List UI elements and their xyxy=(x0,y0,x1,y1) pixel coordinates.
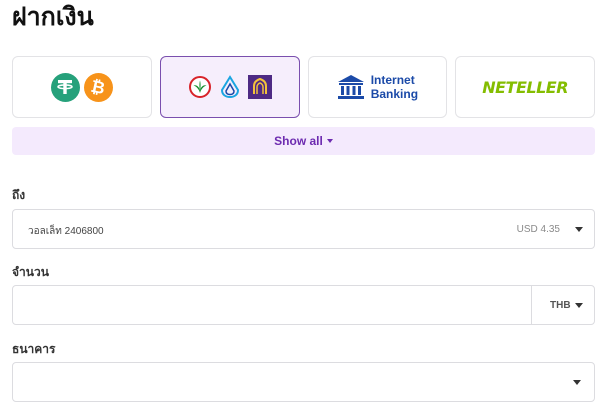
svg-text:₿: ₿ xyxy=(90,77,106,97)
krungthai-bank-icon xyxy=(220,75,240,99)
method-neteller[interactable]: NETELLER xyxy=(455,56,595,118)
internet-banking-label-line2: Banking xyxy=(370,87,419,101)
caret-down-icon xyxy=(326,139,333,143)
siam-commercial-bank-icon xyxy=(247,75,272,99)
wallet-value: วอลเล็ท 2406800 xyxy=(28,226,104,237)
payment-method-list: ₿ Internet Banking NETELLER xyxy=(12,56,595,118)
method-internet-banking[interactable]: Internet Banking xyxy=(307,56,448,118)
internet-banking-label-line1: Internet xyxy=(370,73,415,87)
method-crypto[interactable]: ₿ xyxy=(12,56,152,118)
dropdown-arrow-icon xyxy=(575,227,583,232)
show-all-button[interactable]: Show all xyxy=(12,127,595,155)
currency-dropdown-icon xyxy=(575,303,583,308)
wallet-balance: USD 4.35 xyxy=(516,224,560,235)
bank-select[interactable] xyxy=(12,362,595,402)
bank-label: ธนาคาร xyxy=(12,342,56,356)
amount-field: THB xyxy=(12,285,595,325)
page-title: ฝากเงิน xyxy=(12,3,94,31)
bank-dropdown-icon xyxy=(573,380,581,385)
method-thai-banks[interactable] xyxy=(159,56,300,118)
bank-building-icon xyxy=(337,74,365,100)
to-wallet-select[interactable]: วอลเล็ท 2406800 USD 4.35 xyxy=(12,209,595,249)
amount-label: จำนวน xyxy=(12,265,49,279)
currency-value: THB xyxy=(550,300,571,311)
to-label: ถึง xyxy=(12,188,26,202)
kasikorn-bank-icon xyxy=(188,75,212,99)
tether-icon xyxy=(50,72,80,102)
show-all-label: Show all xyxy=(274,134,323,148)
currency-select[interactable]: THB xyxy=(532,286,594,324)
amount-input[interactable] xyxy=(13,286,531,324)
neteller-logo: NETELLER xyxy=(482,77,569,97)
bitcoin-icon: ₿ xyxy=(83,72,113,102)
